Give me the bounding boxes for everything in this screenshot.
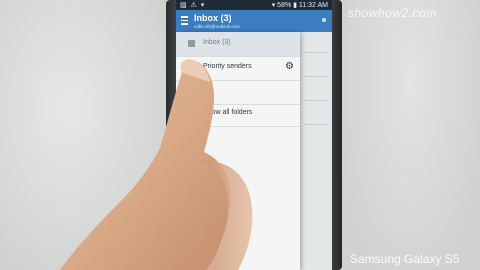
phone-screen: ▨ ⚠ ▾ ▾ 58% ▮ 11:32 AM Inbox (3) cdbb.st… <box>176 0 332 270</box>
device-label: Samsung Galaxy S5 <box>350 252 460 266</box>
background-left <box>0 0 170 270</box>
mail-list-background <box>300 32 332 270</box>
mail-divider <box>304 100 328 101</box>
app-title[interactable]: Inbox (3) <box>194 13 232 23</box>
status-left-icons: ▨ ⚠ ▾ <box>180 2 206 9</box>
drawer-item-inbox[interactable]: Inbox (3) <box>176 32 300 57</box>
drawer-item-show-all-folders[interactable]: Show all folders <box>176 102 300 127</box>
drawer-item-label: Inbox (3) <box>203 39 231 46</box>
gear-icon[interactable]: ⚙ <box>285 62 294 72</box>
mail-divider <box>304 76 328 77</box>
navigation-drawer: Inbox (3) Priority senders ⚙ Show all fo… <box>176 32 300 270</box>
app-bar: Inbox (3) cdbb.sth@outlook.com <box>176 10 332 32</box>
drawer-item-priority-senders[interactable]: Priority senders ⚙ <box>176 56 300 81</box>
inbox-icon <box>188 40 195 47</box>
status-right-info: ▾ 58% ▮ 11:32 AM <box>271 2 328 9</box>
drawer-item-label: Priority senders <box>203 63 252 70</box>
background-right <box>340 0 480 270</box>
drawer-item-label: Show all folders <box>203 109 253 116</box>
mail-divider <box>304 124 328 125</box>
watermark: showhow2.com <box>348 6 437 20</box>
star-icon <box>188 64 195 71</box>
status-bar: ▨ ⚠ ▾ ▾ 58% ▮ 11:32 AM <box>176 0 332 10</box>
hamburger-icon[interactable] <box>181 16 188 25</box>
mail-divider <box>304 52 328 53</box>
account-email: cdbb.sth@outlook.com <box>194 24 240 29</box>
overflow-icon[interactable] <box>322 18 326 22</box>
